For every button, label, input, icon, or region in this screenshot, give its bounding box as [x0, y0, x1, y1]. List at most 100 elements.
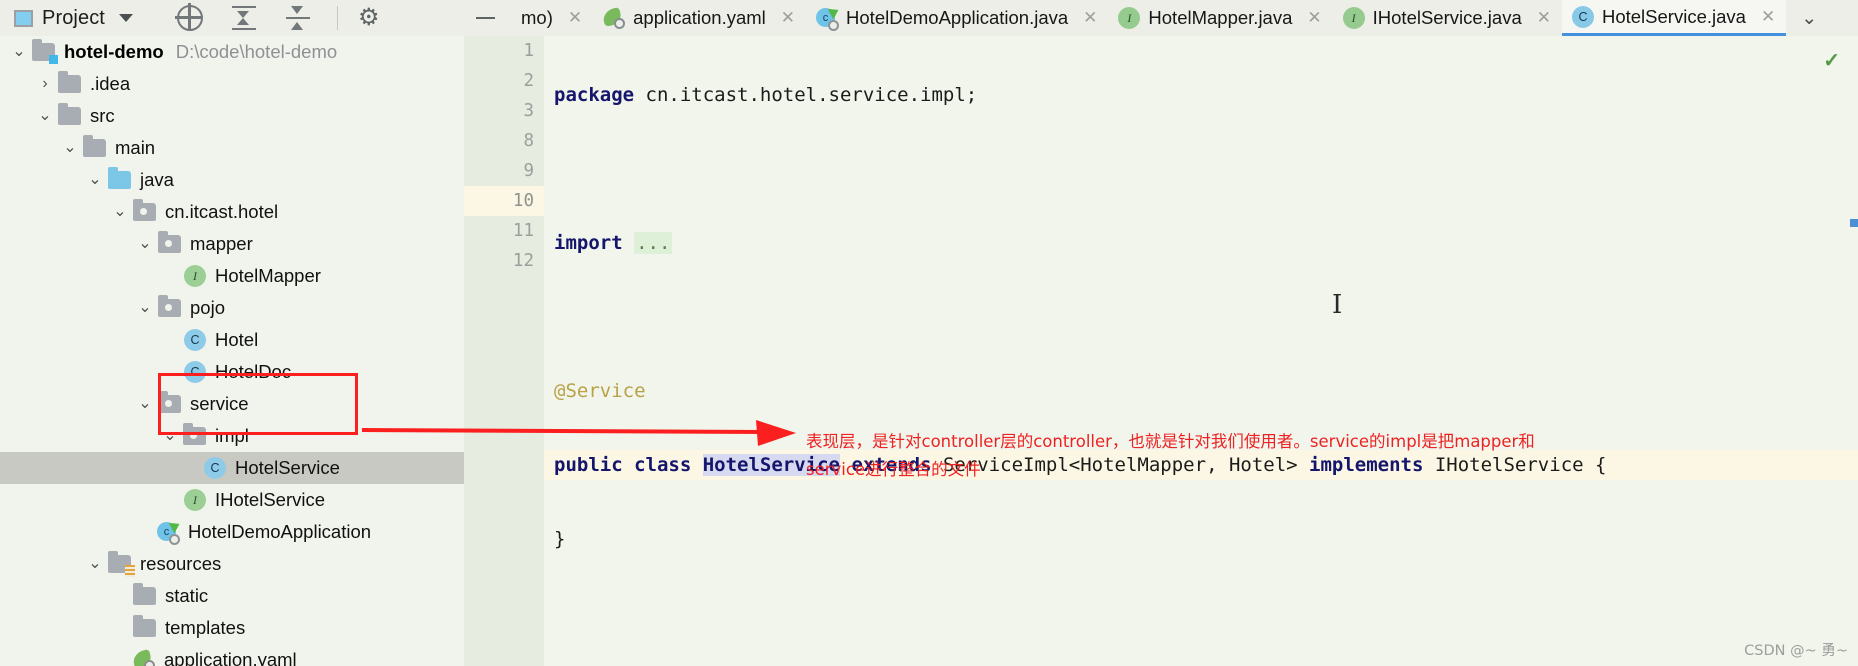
tree-row-src[interactable]: ⌄ src: [0, 100, 464, 132]
tree-row-ihotelservice[interactable]: I IHotelService: [0, 484, 464, 516]
tree-row-cn-itcast-hotel[interactable]: ⌄ cn.itcast.hotel: [0, 196, 464, 228]
line-number: 2: [523, 71, 534, 91]
settings-gear-icon[interactable]: ⚙: [358, 5, 380, 31]
close-icon[interactable]: ✕: [1083, 8, 1097, 28]
chevron-right-icon[interactable]: ›: [32, 76, 58, 92]
chevron-down-icon[interactable]: ⌄: [107, 204, 133, 220]
tree-item-label: HotelService: [235, 457, 340, 478]
tree-row-static[interactable]: static: [0, 580, 464, 612]
code-editor[interactable]: 1 2 3 8 9 10 11 12 package cn.itcast.hot…: [464, 36, 1858, 666]
tree-row-java[interactable]: ⌄ java: [0, 164, 464, 196]
editor-tab-label: application.yaml: [633, 7, 766, 28]
spring-boot-class-icon: c: [157, 518, 183, 545]
toolbar-divider: [336, 6, 338, 30]
tree-row-hotelmapper[interactable]: I HotelMapper: [0, 260, 464, 292]
editor-tab-ihotelservice[interactable]: I IHotelService.java ✕: [1333, 0, 1562, 36]
text-cursor-icon: I: [1332, 290, 1343, 320]
tree-row-pojo[interactable]: ⌄ pojo: [0, 292, 464, 324]
interface-icon: I: [184, 265, 206, 287]
chevron-down-icon[interactable]: ⌄: [132, 300, 158, 316]
folder-icon: [133, 615, 156, 637]
chevron-down-icon[interactable]: ⌄: [82, 556, 108, 572]
annotation-highlight-box: [158, 373, 358, 435]
tree-item-label: HotelMapper: [215, 265, 321, 286]
tree-item-label: .idea: [90, 73, 131, 94]
line-number: 8: [523, 131, 534, 151]
resources-folder-icon: [108, 551, 135, 577]
code-overflow-marker: [1850, 219, 1858, 227]
code-line-1: package cn.itcast.hotel.service.impl;: [544, 80, 1858, 110]
editor-tab-label: HotelMapper.java: [1148, 7, 1293, 28]
package-icon: [158, 231, 181, 253]
tree-item-label: mapper: [190, 233, 253, 254]
close-icon[interactable]: ✕: [1307, 8, 1321, 28]
hide-panel-button[interactable]: [464, 16, 511, 20]
project-tree[interactable]: ⌄ hotel-demo D:\code\hotel-demo › .idea …: [0, 36, 464, 666]
editor-tab-hotelmapper[interactable]: I HotelMapper.java ✕: [1108, 0, 1332, 36]
project-toolbar: [174, 3, 311, 31]
watermark: CSDN @~ 勇~: [1744, 643, 1848, 659]
tree-item-label: pojo: [190, 297, 225, 318]
close-icon[interactable]: ✕: [781, 8, 795, 28]
chevron-down-icon[interactable]: ⌄: [57, 140, 83, 156]
spring-yaml-icon: [601, 7, 626, 29]
collapse-all-icon[interactable]: [285, 5, 311, 31]
spring-yaml-icon: [131, 649, 155, 666]
tree-item-label: IHotelService: [215, 489, 326, 510]
chevron-down-icon[interactable]: [118, 14, 133, 22]
code-token-keyword: import: [554, 232, 635, 254]
expand-all-icon[interactable]: [231, 5, 257, 31]
inspection-ok-icon[interactable]: ✓: [1823, 48, 1840, 73]
ide-window: Project ⚙ mo) ✕ application.yaml ✕ c Hot…: [0, 0, 1858, 666]
folder-icon: [58, 71, 81, 93]
package-icon: [158, 295, 181, 317]
source-folder-icon: [108, 167, 131, 189]
hide-panel-icon: [476, 16, 495, 20]
tree-item-label: application.yaml: [164, 649, 297, 666]
line-number: 11: [512, 221, 534, 241]
editor-tab-hoteldemoapplication[interactable]: c HotelDemoApplication.java ✕: [806, 0, 1108, 36]
tree-item-label: Hotel: [215, 329, 259, 350]
project-panel-title: Project: [42, 6, 105, 29]
project-window-icon: [14, 9, 33, 27]
tree-row-application-yaml[interactable]: application.yaml: [0, 644, 464, 666]
folded-imports[interactable]: ...: [634, 232, 673, 254]
chevron-down-icon[interactable]: ⌄: [82, 172, 108, 188]
code-area[interactable]: package cn.itcast.hotel.service.impl; im…: [544, 36, 1858, 666]
code-line-9: @Service: [544, 376, 1858, 406]
tree-row-mapper[interactable]: ⌄ mapper: [0, 228, 464, 260]
tree-row-resources[interactable]: ⌄ resources: [0, 548, 464, 580]
tree-item-label: resources: [140, 553, 222, 574]
close-icon[interactable]: ✕: [568, 8, 582, 28]
tree-row-hotel-demo[interactable]: ⌄ hotel-demo D:\code\hotel-demo: [0, 36, 464, 68]
close-icon[interactable]: ✕: [1537, 8, 1551, 28]
close-icon[interactable]: ✕: [1761, 7, 1775, 27]
editor-tab-application-yaml[interactable]: application.yaml ✕: [593, 0, 806, 36]
tree-row-templates[interactable]: templates: [0, 612, 464, 644]
tree-row-main[interactable]: ⌄ main: [0, 132, 464, 164]
tree-row-hotel[interactable]: C Hotel: [0, 324, 464, 356]
tree-item-label: src: [90, 105, 115, 126]
tree-item-label: java: [140, 169, 174, 190]
line-number: 12: [512, 251, 534, 271]
tree-row-idea[interactable]: › .idea: [0, 68, 464, 100]
tab-overflow-chevron-down-icon[interactable]: ⌄: [1786, 0, 1832, 36]
chevron-down-icon[interactable]: ⌄: [132, 396, 158, 412]
line-number-current: 10: [464, 186, 544, 216]
tree-row-hoteldemoapplication[interactable]: c HotelDemoApplication: [0, 516, 464, 548]
chevron-down-icon[interactable]: ⌄: [132, 236, 158, 252]
editor-tab-label: HotelService.java: [1601, 5, 1746, 27]
code-token-keyword: public class: [554, 454, 703, 476]
chevron-down-icon[interactable]: ⌄: [32, 108, 58, 124]
code-line-11: }: [544, 524, 1858, 554]
editor-gutter[interactable]: 1 2 3 8 9 10 11 12: [464, 36, 544, 666]
locate-file-icon[interactable]: [174, 3, 203, 31]
tree-row-hotelservice[interactable]: C HotelService: [0, 452, 464, 484]
interface-icon: I: [1342, 7, 1365, 29]
code-token-keyword: package: [554, 84, 646, 106]
line-number: 9: [523, 161, 534, 181]
chevron-down-icon[interactable]: ⌄: [6, 44, 32, 60]
editor-tab-truncated[interactable]: mo) ✕: [511, 0, 593, 36]
editor-tab-hotelservice[interactable]: C HotelService.java ✕: [1561, 0, 1787, 36]
